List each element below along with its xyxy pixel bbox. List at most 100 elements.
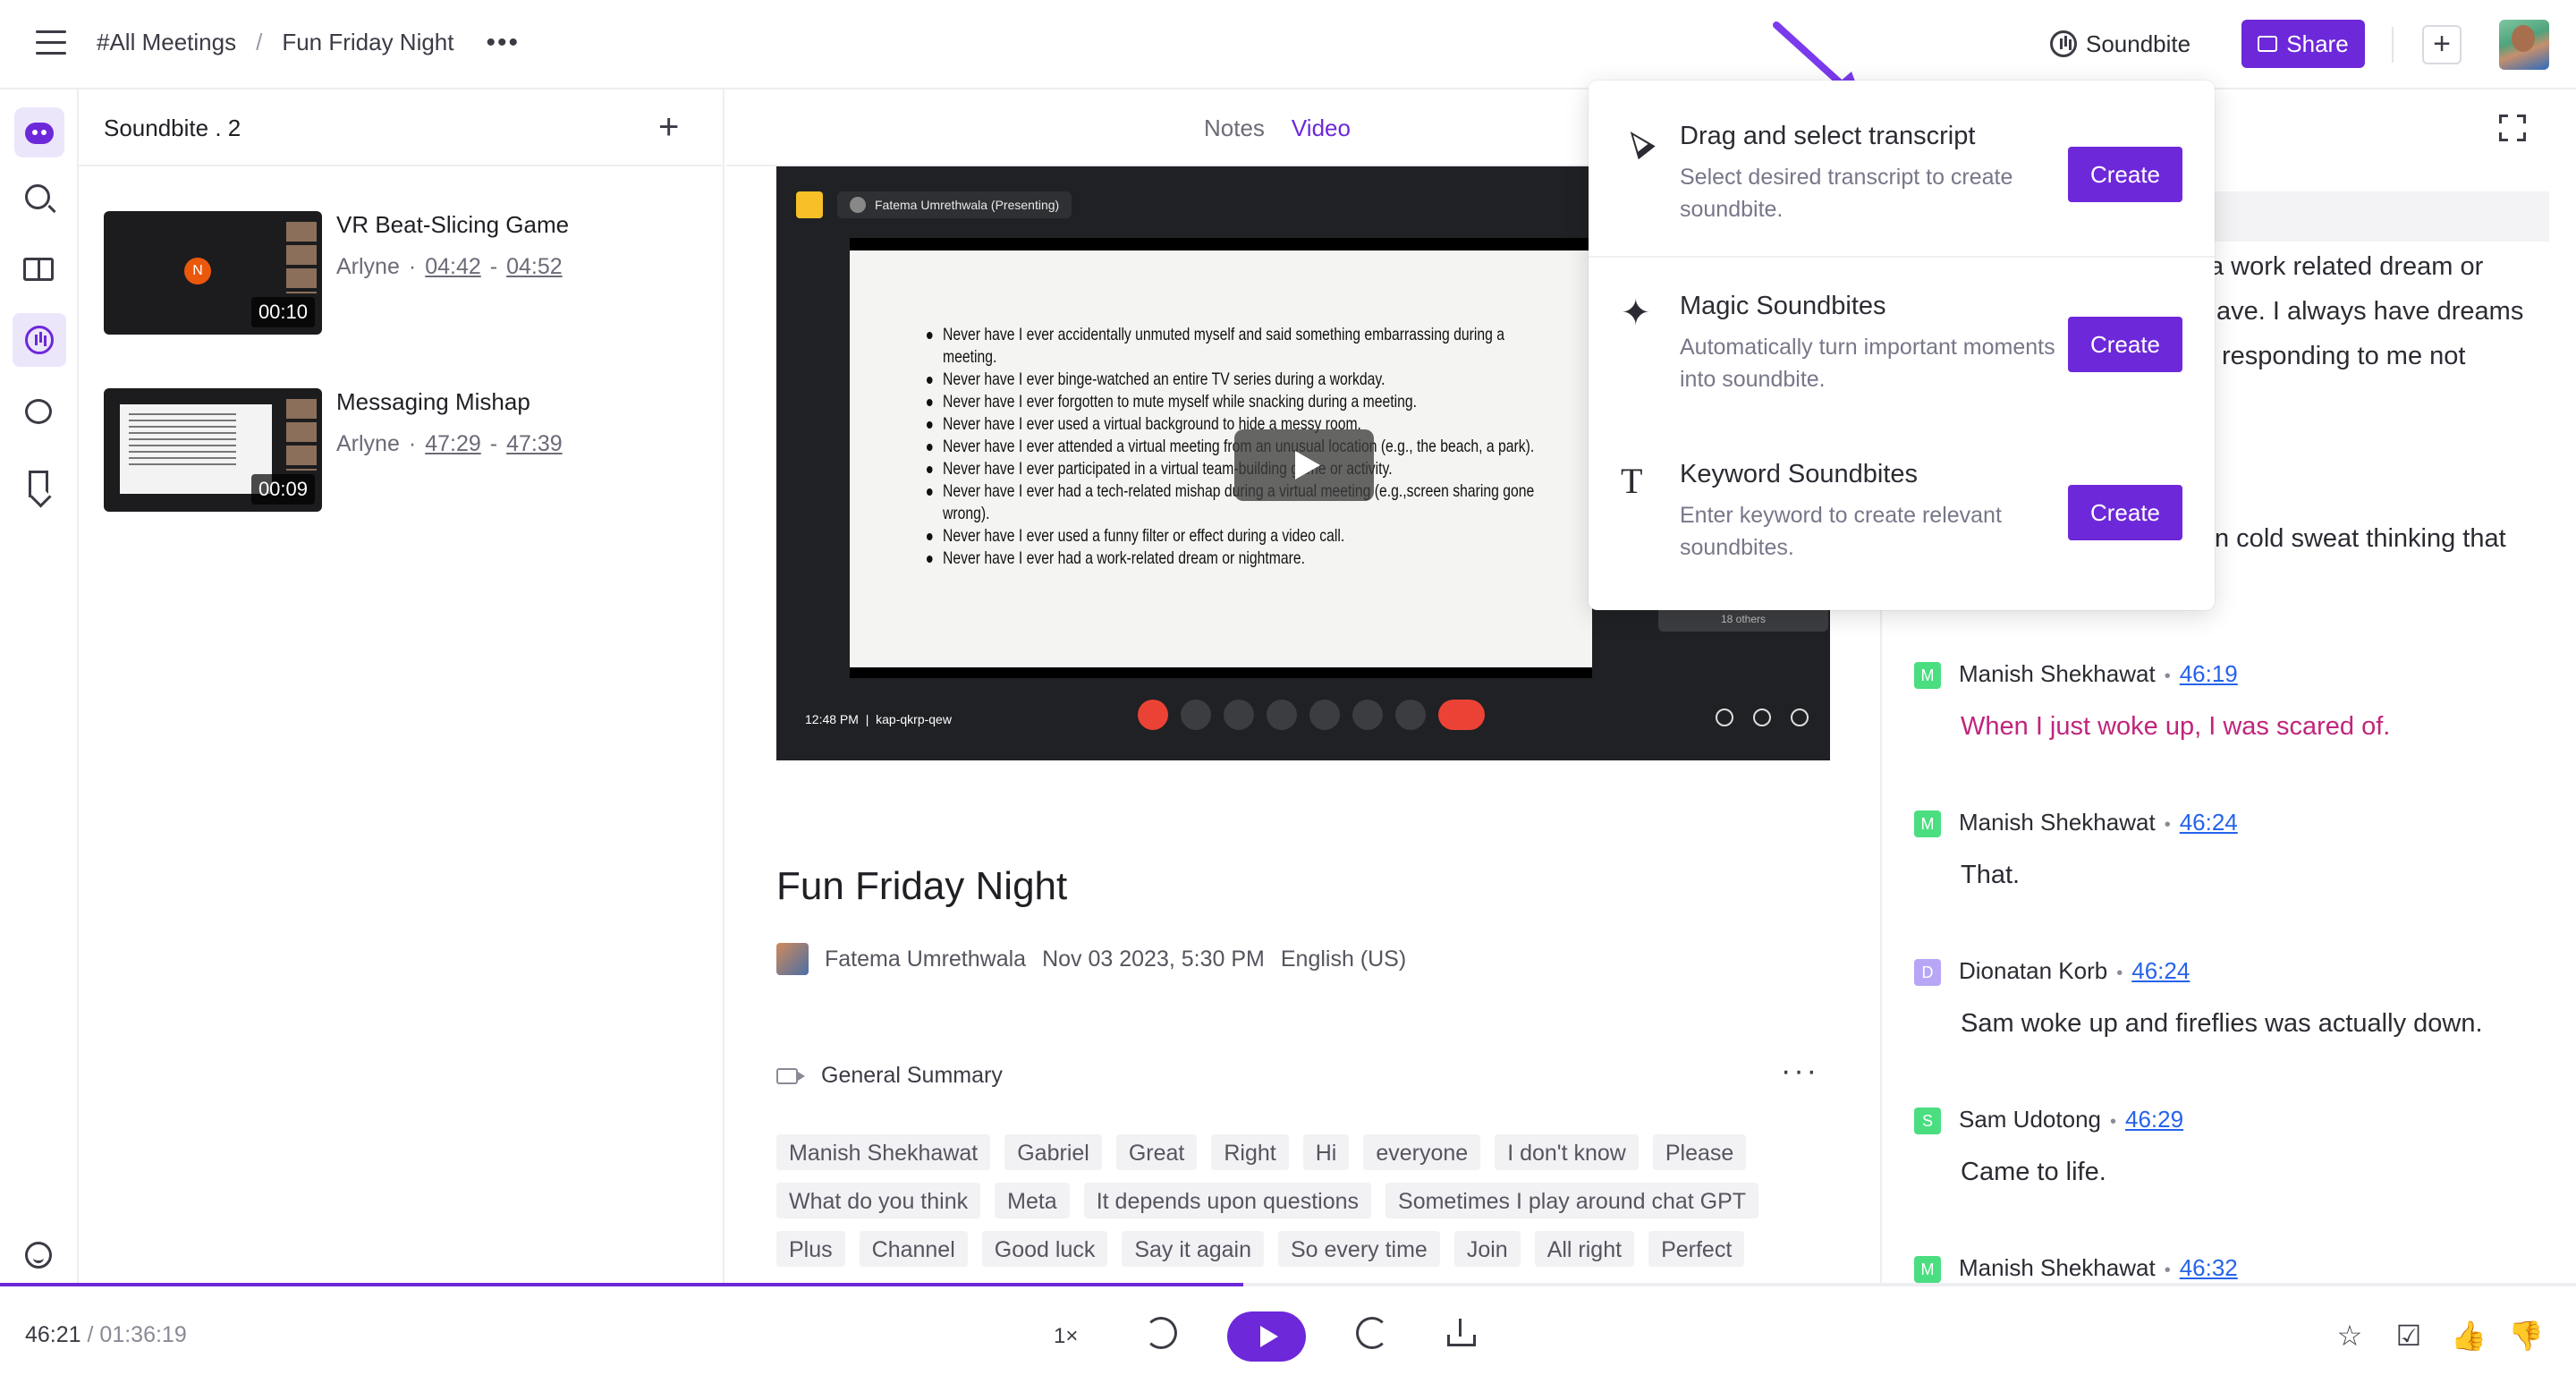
keyword-chip[interactable]: Plus xyxy=(776,1231,845,1267)
keyword-chip[interactable]: Please xyxy=(1652,1134,1747,1170)
keyword-chip[interactable]: everyone xyxy=(1363,1134,1481,1170)
checklist-icon[interactable]: ☑ xyxy=(2394,1320,2424,1351)
clip-title: Messaging Mishap xyxy=(336,388,530,415)
create-button[interactable]: Create xyxy=(2068,317,2182,372)
thumbs-up-icon[interactable]: 👍 xyxy=(2451,1320,2487,1351)
user-avatar[interactable] xyxy=(2499,20,2549,70)
soundbite-clip[interactable]: N 00:10 VR Beat-Slicing Game Arlyne · 04:… xyxy=(104,211,685,336)
add-soundbite-icon[interactable]: + xyxy=(658,109,679,145)
keyword-chip[interactable]: Say it again xyxy=(1122,1231,1264,1267)
keyword-chip[interactable]: Manish Shekhawat xyxy=(776,1134,991,1170)
keyword-chip[interactable]: It depends upon questions xyxy=(1083,1183,1372,1218)
play-video-button[interactable] xyxy=(1234,429,1374,501)
download-icon[interactable] xyxy=(1445,1317,1476,1347)
share-button[interactable]: Share xyxy=(2241,20,2365,68)
host-avatar xyxy=(776,943,809,975)
keyword-chip[interactable]: What do you think xyxy=(776,1183,981,1218)
clip-thumbnail[interactable]: N 00:10 xyxy=(104,211,322,335)
option-title: Keyword Soundbites xyxy=(1680,460,1918,488)
transcript-text[interactable]: Came to life. xyxy=(1961,1158,2106,1187)
total-time: 01:36:19 xyxy=(99,1322,187,1347)
clip-thumbnail[interactable]: 00:09 xyxy=(104,388,322,512)
slide-bullet: Never have I ever accidentally unmuted m… xyxy=(927,324,1562,369)
clip-author: Arlyne xyxy=(336,254,400,279)
clip-start-time[interactable]: 04:42 xyxy=(425,254,481,280)
nav-search[interactable] xyxy=(20,179,59,218)
general-summary-header[interactable]: General Summary ··· xyxy=(776,1054,1819,1097)
bot-logo-icon[interactable] xyxy=(14,107,64,157)
transcript-timestamp[interactable]: 46:24 xyxy=(2131,957,2190,984)
transcript-timestamp[interactable]: 46:24 xyxy=(2180,809,2238,836)
transcript-timestamp[interactable]: 46:32 xyxy=(2180,1254,2238,1281)
clip-end-time[interactable]: 04:52 xyxy=(506,254,563,280)
top-bar: #All Meetings / Fun Friday Night ••• Sou… xyxy=(0,0,2576,89)
keyword-chip[interactable]: I don't know xyxy=(1495,1134,1639,1170)
more-options-icon[interactable]: ••• xyxy=(487,29,521,55)
add-button[interactable]: + xyxy=(2422,25,2462,64)
speaker-initial: M xyxy=(1914,662,1941,689)
transcript-timestamp[interactable]: 46:29 xyxy=(2125,1106,2183,1133)
create-button[interactable]: Create xyxy=(2068,485,2182,540)
share-button-label: Share xyxy=(2286,30,2349,57)
emoji-icon[interactable] xyxy=(25,1242,52,1269)
nav-library[interactable] xyxy=(20,250,59,290)
video-top-bar: Fatema Umrethwala (Presenting) xyxy=(796,191,1072,218)
presenter-chip: Fatema Umrethwala (Presenting) xyxy=(837,191,1072,218)
star-icon[interactable]: ☆ xyxy=(2334,1320,2365,1351)
slide-bullet: Never have I ever used a funny filter or… xyxy=(927,525,1562,547)
more-options-icon[interactable]: ··· xyxy=(1781,1054,1819,1089)
keyword-chip[interactable]: Right xyxy=(1211,1134,1289,1170)
transcript-fragment: n cold sweat thinking that xyxy=(2215,524,2506,553)
clip-end-time[interactable]: 47:39 xyxy=(506,431,563,457)
menu-icon[interactable] xyxy=(36,30,66,57)
keyword-chip[interactable]: So every time xyxy=(1277,1231,1440,1267)
breadcrumb-parent[interactable]: #All Meetings xyxy=(97,29,236,56)
nav-bookmarks[interactable] xyxy=(20,465,59,505)
chat-icon xyxy=(1791,709,1809,726)
transcript-text[interactable]: That. xyxy=(1961,861,2020,890)
keyword-chip[interactable]: Perfect xyxy=(1648,1231,1745,1267)
thumbs-down-icon[interactable]: 👎 xyxy=(2508,1320,2544,1351)
soundbite-clip[interactable]: 00:09 Messaging Mishap Arlyne · 47:29 - 4… xyxy=(104,388,685,514)
keyword-chip[interactable]: Good luck xyxy=(981,1231,1108,1267)
meeting-language[interactable]: English (US) xyxy=(1281,946,1406,972)
clock-time: 12:48 PM xyxy=(805,712,859,726)
transcript-text[interactable]: When I just woke up, I was scared of. xyxy=(1961,712,2390,742)
play-button[interactable] xyxy=(1227,1311,1306,1362)
slide: Never have I ever accidentally unmuted m… xyxy=(850,250,1592,667)
transcript-highlight xyxy=(2182,191,2549,242)
tab-notes[interactable]: Notes xyxy=(1204,115,1265,142)
meeting-info: Fatema Umrethwala Nov 03 2023, 5:30 PM E… xyxy=(776,943,1406,975)
share-icon xyxy=(2258,36,2278,52)
presenting-icon xyxy=(796,191,823,218)
keyword-chip[interactable]: Meta xyxy=(995,1183,1070,1218)
keyword-chip[interactable]: Hi xyxy=(1302,1134,1350,1170)
keyword-chip[interactable]: Gabriel xyxy=(1004,1134,1102,1170)
option-description: Enter keyword to create relevant soundbi… xyxy=(1680,503,2002,560)
create-button[interactable]: Create xyxy=(2068,147,2182,202)
keyword-chip[interactable]: All right xyxy=(1534,1231,1635,1267)
present-icon xyxy=(1309,700,1340,730)
time-separator: / xyxy=(87,1322,94,1347)
breadcrumb: #All Meetings / Fun Friday Night ••• xyxy=(97,29,520,56)
playback-time: 46:21 / 01:36:19 xyxy=(25,1322,187,1348)
clip-start-time[interactable]: 47:29 xyxy=(425,431,481,457)
transcript-timestamp[interactable]: 46:19 xyxy=(2180,660,2238,687)
soundbite-button[interactable]: Soundbite xyxy=(2050,23,2190,64)
keyword-chip[interactable]: Great xyxy=(1115,1134,1198,1170)
separator-dot: • xyxy=(2164,666,2171,686)
clip-meta: Arlyne · 47:29 - 47:39 xyxy=(336,431,563,457)
meeting-date: Nov 03 2023, 5:30 PM xyxy=(1042,946,1265,972)
keyword-chip[interactable]: Channel xyxy=(859,1231,968,1267)
keyword-chip[interactable]: Join xyxy=(1453,1231,1521,1267)
meeting-clock: 12:48 PM | kap-qkrp-qew xyxy=(805,712,952,726)
forward-icon[interactable] xyxy=(1356,1317,1388,1349)
nav-chat[interactable] xyxy=(20,394,59,433)
keyword-chip[interactable]: Sometimes I play around chat GPT xyxy=(1385,1183,1759,1218)
nav-soundbites[interactable] xyxy=(13,313,66,367)
expand-icon[interactable] xyxy=(2499,115,2526,141)
tab-video[interactable]: Video xyxy=(1292,115,1351,142)
transcript-text[interactable]: Sam woke up and fireflies was actually d… xyxy=(1961,1009,2483,1039)
playback-speed-button[interactable]: 1× xyxy=(1054,1324,1078,1349)
rewind-icon[interactable] xyxy=(1145,1317,1177,1349)
